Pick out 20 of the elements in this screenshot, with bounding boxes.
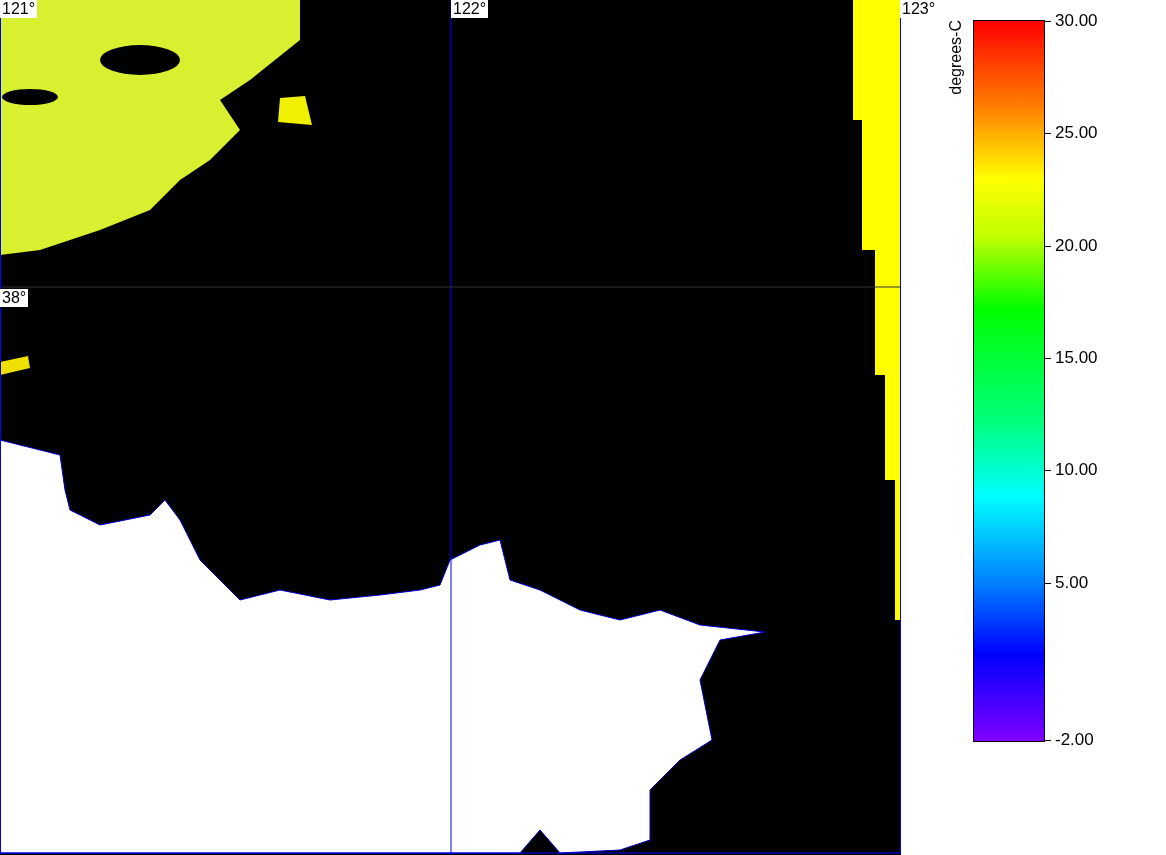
tick-mark: [1045, 582, 1051, 584]
temperature-patch: [0, 356, 30, 375]
scale-label: 25.00: [1055, 123, 1098, 144]
scale-label: 10.00: [1055, 460, 1098, 481]
tick-mark: [1045, 740, 1051, 741]
latitude-label: 38°: [0, 289, 29, 307]
scale-label: 15.00: [1055, 348, 1098, 369]
tick-mark: [1045, 133, 1051, 135]
scale-label: -2.00: [1055, 730, 1094, 750]
tick-mark: [1045, 245, 1051, 247]
tick-mark: [1045, 358, 1051, 360]
legend-title: degrees-C: [947, 20, 965, 95]
scale-label: 30.00: [1055, 11, 1098, 31]
longitude-label: 122°: [451, 0, 489, 18]
scale-label: 5.00: [1055, 572, 1089, 593]
longitude-label: 123°: [900, 0, 938, 18]
tick-mark: [1045, 470, 1051, 472]
scale-label: 20.00: [1055, 235, 1098, 256]
longitude-label: 121°: [0, 0, 38, 18]
tick-mark: [1045, 21, 1051, 22]
